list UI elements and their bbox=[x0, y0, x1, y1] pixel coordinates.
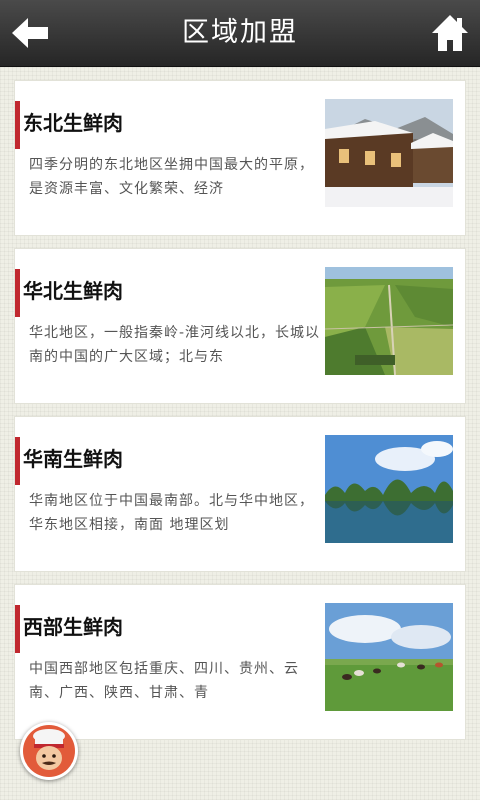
grassland-cattle-photo bbox=[325, 603, 453, 711]
card-description: 华南地区位于中国最南部。北与华中地区，华东地区相接，南面 地理区划 bbox=[29, 493, 314, 533]
card-description: 华北地区，一般指秦岭-淮河线以北，长城以南的中国的广大区域；北与东 bbox=[29, 325, 321, 365]
chef-avatar-button[interactable] bbox=[20, 722, 78, 780]
card-title: 西部生鲜肉 bbox=[23, 615, 123, 639]
card-description: 中国西部地区包括重庆、四川、贵州、云南、广西、陕西、甘肃、青 bbox=[29, 661, 299, 701]
app-header: 区域加盟 bbox=[0, 0, 480, 67]
card-description: 四季分明的东北地区坐拥中国最大的平原，是资源丰富、文化繁荣、经济 bbox=[29, 157, 314, 197]
home-button[interactable] bbox=[430, 13, 470, 53]
region-card-xibu[interactable]: 西部生鲜肉 中国西部地区包括重庆、四川、贵州、云南、广西、陕西、甘肃、青 bbox=[14, 584, 466, 740]
farmland-aerial-photo bbox=[325, 267, 453, 375]
snowy-village-photo bbox=[325, 99, 453, 207]
card-title: 华南生鲜肉 bbox=[23, 447, 123, 471]
karst-river-photo bbox=[325, 435, 453, 543]
region-card-huanan[interactable]: 华南生鲜肉 华南地区位于中国最南部。北与华中地区，华东地区相接，南面 地理区划 bbox=[14, 416, 466, 572]
accent-bar bbox=[15, 269, 20, 317]
accent-bar bbox=[15, 605, 20, 653]
accent-bar bbox=[15, 437, 20, 485]
home-icon bbox=[432, 15, 468, 51]
accent-bar bbox=[15, 101, 20, 149]
card-title: 华北生鲜肉 bbox=[23, 279, 123, 303]
card-title: 东北生鲜肉 bbox=[23, 111, 123, 135]
region-card-dongbei[interactable]: 东北生鲜肉 四季分明的东北地区坐拥中国最大的平原，是资源丰富、文化繁荣、经济 bbox=[14, 80, 466, 236]
chef-avatar-icon bbox=[23, 725, 75, 777]
region-card-huabei[interactable]: 华北生鲜肉 华北地区，一般指秦岭-淮河线以北，长城以南的中国的广大区域；北与东 bbox=[14, 248, 466, 404]
page-title: 区域加盟 bbox=[182, 17, 298, 48]
